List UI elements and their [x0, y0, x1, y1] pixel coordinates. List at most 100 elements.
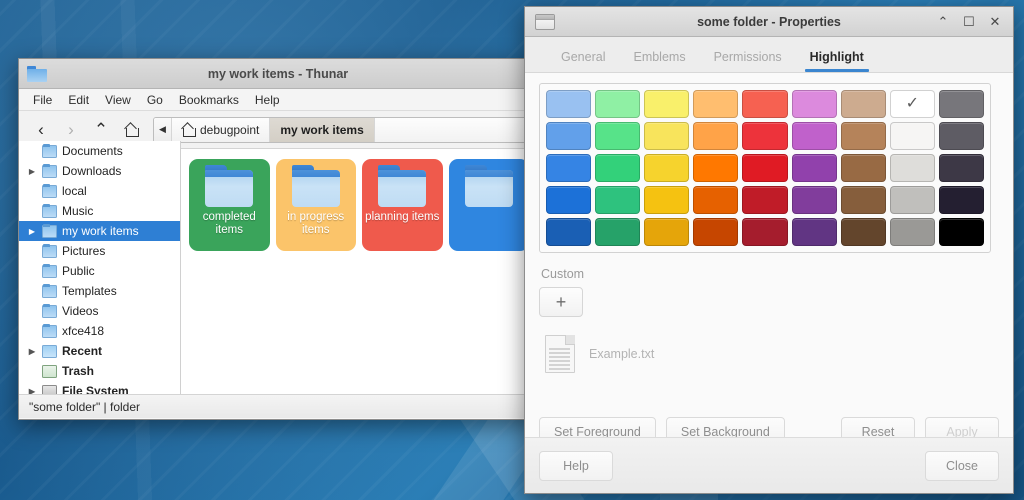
sidebar-item-music[interactable]: ▶Music	[19, 201, 180, 221]
color-swatch[interactable]	[938, 218, 984, 246]
color-swatch[interactable]	[791, 90, 837, 118]
color-swatch[interactable]	[595, 122, 641, 150]
color-swatch[interactable]	[742, 122, 788, 150]
chevron-right-icon[interactable]: ▶	[27, 227, 37, 236]
chevron-right-icon[interactable]: ▶	[27, 167, 37, 176]
forward-button[interactable]: ›	[57, 117, 85, 143]
sidebar[interactable]: ▶Documents▶Downloads▶local▶Music▶my work…	[19, 141, 181, 394]
tab-emblems[interactable]: Emblems	[619, 50, 699, 73]
sidebar-item-videos[interactable]: ▶Videos	[19, 301, 180, 321]
color-swatch[interactable]	[595, 186, 641, 214]
tab-highlight[interactable]: Highlight	[796, 50, 878, 73]
color-swatch[interactable]	[840, 218, 886, 246]
sidebar-item-local[interactable]: ▶local	[19, 181, 180, 201]
color-swatch[interactable]	[644, 90, 690, 118]
home-button[interactable]	[117, 117, 145, 143]
color-swatch[interactable]	[791, 154, 837, 182]
color-swatch[interactable]	[693, 218, 739, 246]
color-swatch[interactable]	[742, 154, 788, 182]
breadcrumb-item-debugpoint[interactable]: debugpoint	[172, 117, 271, 142]
color-swatch[interactable]	[595, 218, 641, 246]
color-swatch[interactable]	[693, 186, 739, 214]
add-custom-color-button[interactable]: +	[539, 287, 583, 317]
properties-tabbar[interactable]: General Emblems Permissions Highlight	[525, 37, 1013, 73]
color-swatch[interactable]	[889, 122, 935, 150]
help-button[interactable]: Help	[539, 450, 613, 481]
close-icon[interactable]: ✕	[987, 14, 1003, 30]
color-swatch[interactable]	[693, 90, 739, 118]
color-swatch[interactable]	[938, 122, 984, 150]
color-swatch[interactable]	[644, 154, 690, 182]
properties-titlebar[interactable]: some folder - Properties ⌃ ☐ ✕	[525, 7, 1013, 37]
menu-bookmarks[interactable]: Bookmarks	[171, 91, 247, 109]
sidebar-item-trash[interactable]: ▶Trash	[19, 361, 180, 381]
color-swatch[interactable]	[742, 90, 788, 118]
color-swatch[interactable]	[595, 154, 641, 182]
color-swatch[interactable]	[546, 186, 592, 214]
breadcrumb-item-my-work-items[interactable]: my work items	[270, 117, 375, 142]
color-swatch[interactable]	[693, 122, 739, 150]
file-item[interactable]: completed items	[189, 159, 270, 251]
chevron-right-icon[interactable]: ▶	[27, 387, 37, 395]
sidebar-item-xfce418[interactable]: ▶xfce418	[19, 321, 180, 341]
window-controls[interactable]: ⌃ ☐ ✕	[935, 14, 1007, 30]
color-swatch[interactable]	[644, 186, 690, 214]
color-swatch[interactable]	[840, 154, 886, 182]
icon-grid[interactable]: completed items in progress items planning…	[189, 159, 529, 251]
color-swatch[interactable]	[644, 122, 690, 150]
thunar-titlebar[interactable]: my work items - Thunar	[19, 59, 537, 89]
close-button[interactable]: Close	[925, 450, 999, 481]
shade-icon[interactable]: ⌃	[935, 14, 951, 30]
color-swatch[interactable]	[840, 186, 886, 214]
color-swatch[interactable]	[938, 186, 984, 214]
sidebar-item-templates[interactable]: ▶Templates	[19, 281, 180, 301]
sidebar-item-documents[interactable]: ▶Documents	[19, 141, 180, 161]
palette-grid[interactable]: ✓	[546, 90, 984, 246]
color-swatch[interactable]	[791, 186, 837, 214]
color-swatch[interactable]	[889, 154, 935, 182]
properties-dialog[interactable]: some folder - Properties ⌃ ☐ ✕ General Em…	[524, 6, 1014, 494]
color-swatch[interactable]	[693, 154, 739, 182]
menu-help[interactable]: Help	[247, 91, 288, 109]
sidebar-item-pictures[interactable]: ▶Pictures	[19, 241, 180, 261]
maximize-icon[interactable]: ☐	[961, 14, 977, 30]
menu-view[interactable]: View	[97, 91, 139, 109]
color-swatch[interactable]	[546, 218, 592, 246]
sidebar-item-downloads[interactable]: ▶ Downloads	[19, 161, 180, 181]
file-item[interactable]: in progress items	[275, 159, 356, 251]
sidebar-item-my-work-items[interactable]: ▶ my work items	[19, 221, 180, 241]
back-button[interactable]: ‹	[27, 117, 55, 143]
chevron-right-icon[interactable]: ▶	[27, 347, 37, 356]
color-swatch[interactable]	[791, 122, 837, 150]
color-swatch[interactable]	[938, 90, 984, 118]
thunar-window[interactable]: my work items - Thunar File Edit View Go…	[18, 58, 538, 420]
color-palette[interactable]: ✓	[539, 83, 991, 253]
parent-folder-button[interactable]: ⌃	[87, 117, 115, 143]
color-swatch[interactable]	[644, 218, 690, 246]
thunar-menubar[interactable]: File Edit View Go Bookmarks Help	[19, 89, 537, 111]
color-swatch[interactable]	[546, 90, 592, 118]
color-swatch[interactable]	[791, 218, 837, 246]
color-swatch[interactable]	[742, 218, 788, 246]
file-item[interactable]	[448, 159, 529, 251]
color-swatch[interactable]	[595, 90, 641, 118]
menu-file[interactable]: File	[25, 91, 60, 109]
color-swatch[interactable]	[546, 122, 592, 150]
color-swatch[interactable]	[938, 154, 984, 182]
menu-go[interactable]: Go	[139, 91, 171, 109]
sidebar-item-public[interactable]: ▶Public	[19, 261, 180, 281]
sidebar-item-recent[interactable]: ▶ Recent	[19, 341, 180, 361]
breadcrumb[interactable]: ◀ debugpoint my work items	[153, 116, 529, 143]
tab-general[interactable]: General	[547, 50, 619, 73]
sidebar-item-file-system[interactable]: ▶ File System	[19, 381, 180, 394]
desktop[interactable]: my work items - Thunar File Edit View Go…	[0, 0, 1024, 500]
color-swatch[interactable]	[840, 90, 886, 118]
color-swatch[interactable]	[889, 218, 935, 246]
color-swatch[interactable]	[742, 186, 788, 214]
breadcrumb-scroll-left[interactable]: ◀	[154, 117, 172, 142]
color-swatch[interactable]	[889, 186, 935, 214]
menu-edit[interactable]: Edit	[60, 91, 97, 109]
file-item[interactable]: planning items	[362, 159, 443, 251]
color-swatch[interactable]	[546, 154, 592, 182]
color-swatch[interactable]: ✓	[889, 90, 935, 118]
